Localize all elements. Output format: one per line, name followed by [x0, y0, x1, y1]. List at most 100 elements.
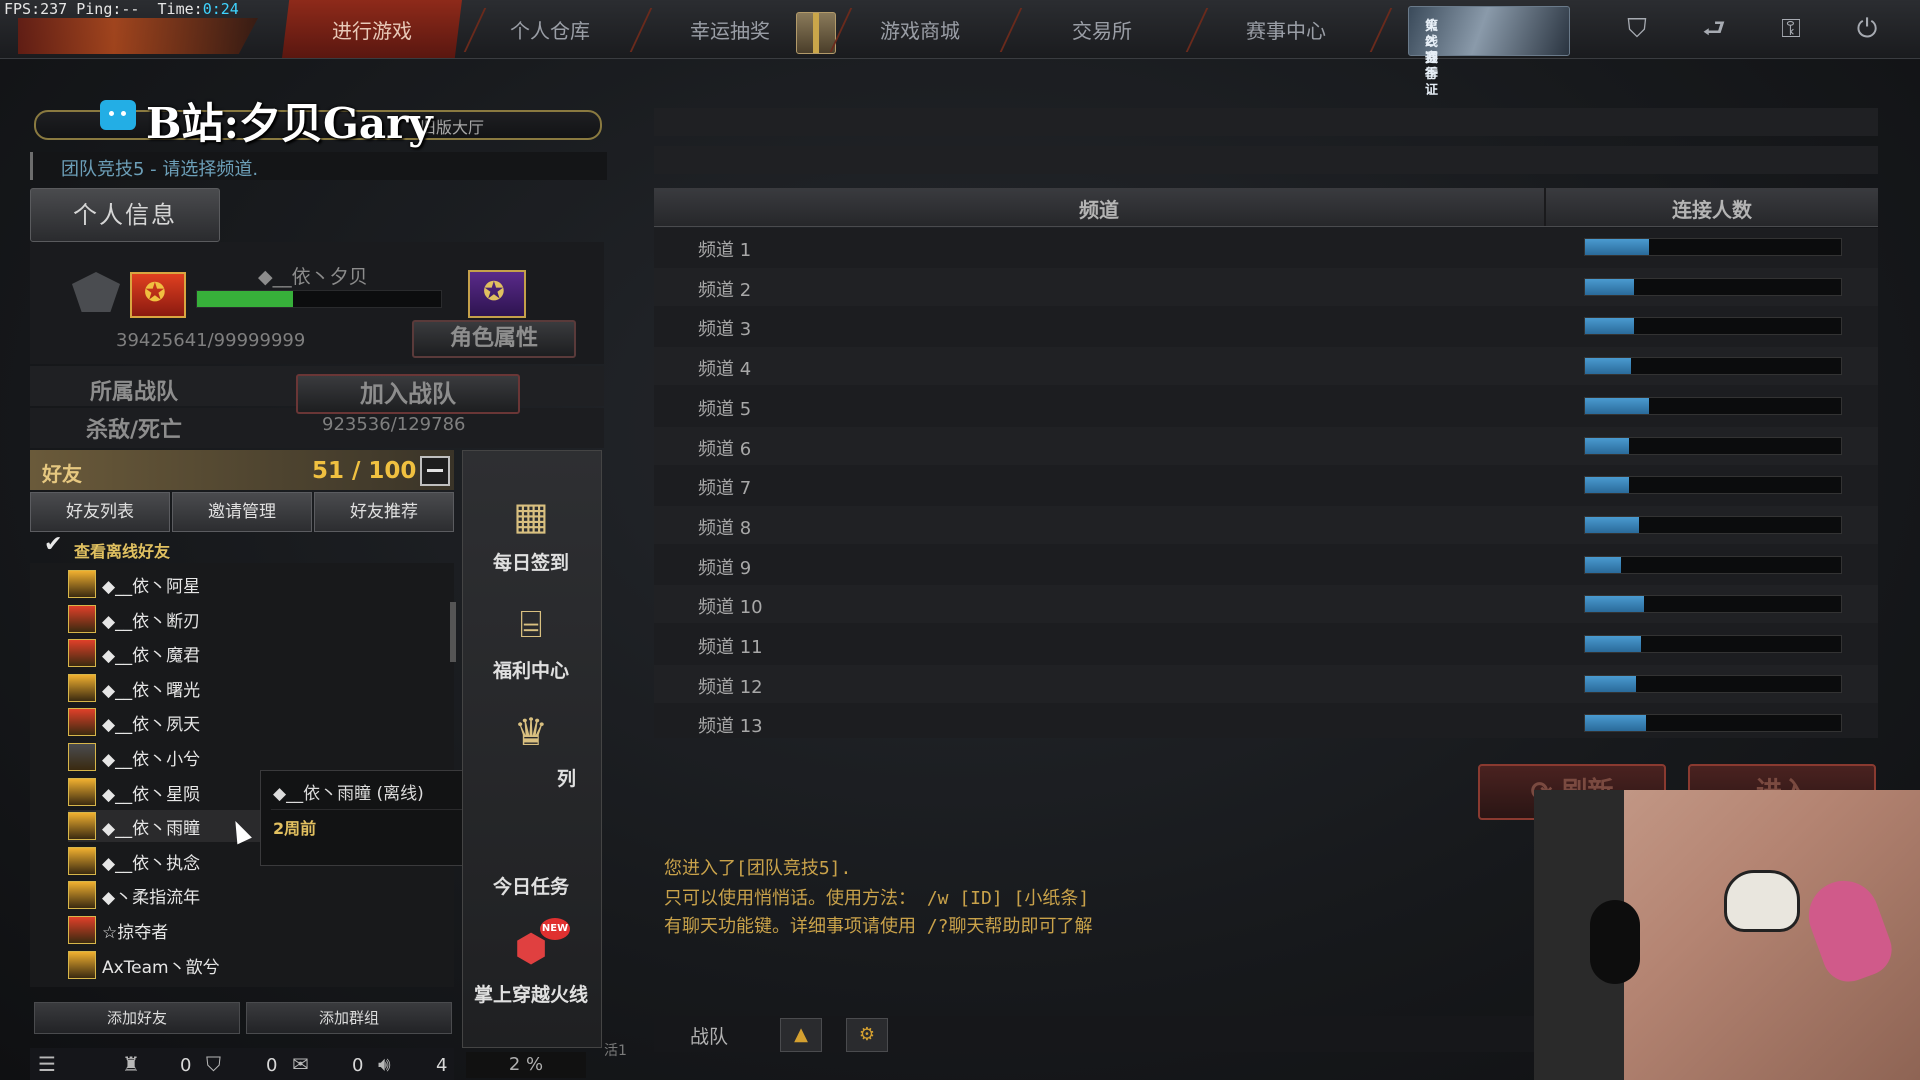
tab-personal-info[interactable]: 个人信息 [30, 188, 220, 242]
player-name: ◆__依丶夕贝 [258, 266, 368, 288]
channel-row[interactable]: 频道 11 [654, 625, 1878, 663]
channel-load-bar [1584, 238, 1842, 256]
friend-list-item[interactable]: ◆__依丶阿星 [68, 568, 448, 600]
channel-load-bar [1584, 635, 1842, 653]
battle-pass-banner[interactable]: 火线通行证 第2赛季 [1408, 6, 1570, 98]
friend-list-item[interactable]: ◆__依丶夙天 [68, 706, 448, 738]
nav-play-game[interactable]: 进行游戏 [282, 0, 462, 58]
team-label: 所属战队 [89, 380, 178, 405]
friend-rank-icon [68, 881, 96, 910]
top-nav-bar: FPS:237 Ping:-- Time:0:24 进行游戏 个人仓库 幸运抽奖… [0, 0, 1920, 98]
chat-settings-gear-icon[interactable]: ⚙ [846, 1018, 888, 1052]
nav-warehouse[interactable]: 个人仓库 [480, 0, 620, 58]
webcam-black-mouse [1590, 900, 1640, 984]
fps-value: 237 [40, 0, 68, 18]
friend-list-item[interactable]: ◆__依丶小兮 [68, 741, 448, 773]
channel-row[interactable]: 频道 5 [654, 387, 1878, 425]
column-channel: 频道 [1079, 198, 1119, 222]
show-offline-checkbox[interactable]: ✔ [44, 534, 62, 556]
daily-checkin-label[interactable]: 每日签到 [462, 548, 600, 575]
channel-name: 频道 11 [698, 637, 763, 658]
quick-item-3-label[interactable]: 列 [462, 764, 576, 791]
tooltip-last-online: 2周前 [273, 819, 317, 838]
channel-load-bar [1584, 515, 1842, 534]
shield-icon[interactable]: ⛉ [1620, 12, 1654, 46]
tab-friend-list[interactable]: 好友列表 [30, 492, 170, 532]
chat-up-arrow-icon[interactable]: ▲ [780, 1018, 822, 1052]
key-icon[interactable]: ⚿ [1774, 12, 1808, 46]
channel-name: 频道 3 [698, 319, 752, 341]
collapse-friends-button[interactable] [420, 456, 450, 486]
ping-value: -- [121, 0, 140, 18]
channel-row[interactable]: 频道 7 [654, 466, 1878, 504]
chat-channel-label[interactable]: 战队 [690, 1022, 728, 1049]
nav-divider [999, 8, 1023, 52]
friend-list-item[interactable]: ◆__依丶魔君 [68, 637, 448, 669]
add-group-button[interactable]: 添加群组 [246, 1002, 452, 1034]
tab-invite-management[interactable]: 邀请管理 [172, 492, 312, 532]
channel-load-fill [1585, 437, 1629, 454]
channel-load-fill [1585, 318, 1634, 335]
friend-rank-icon [68, 639, 96, 668]
menu-list-icon[interactable]: ☰ [38, 1052, 56, 1076]
welfare-center-label[interactable]: 福利中心 [462, 656, 600, 683]
tab-friend-recommend[interactable]: 好友推荐 [314, 492, 454, 532]
channel-row[interactable]: 频道 3 [654, 307, 1878, 345]
winged-emblem-icon[interactable]: ♛ [506, 710, 556, 754]
friend-rank-icon [68, 604, 96, 633]
friend-rank-icon [68, 916, 96, 944]
channel-row[interactable]: 频道 2 [654, 267, 1878, 306]
calendar-check-icon[interactable]: ▦ [506, 494, 556, 538]
add-friend-button[interactable]: 添加好友 [34, 1002, 240, 1034]
gift-icon[interactable]: ⌸ [506, 602, 556, 646]
role-attributes-button[interactable]: 角色属性 [412, 320, 576, 358]
friend-name: ◆__依丶阿星 [102, 577, 201, 597]
join-team-button[interactable]: 加入战队 [296, 374, 520, 414]
channel-load-bar [1584, 396, 1842, 415]
cf-mobile-label[interactable]: 掌上穿越火线 [462, 980, 600, 1007]
kd-label: 杀敌/死亡 [85, 418, 183, 443]
nav-exchange[interactable]: 交易所 [1032, 0, 1172, 58]
status-count-1: 0 [180, 1055, 192, 1076]
time-label: Time: [157, 0, 203, 18]
friend-list-item[interactable]: ◆__依丶断刃 [68, 603, 448, 635]
chat-bubble-icon[interactable]: ✉ [292, 1052, 309, 1076]
nav-game-shop[interactable]: 游戏商城 [850, 0, 990, 58]
lucky-draw-box-icon [796, 12, 836, 54]
channel-row[interactable]: 频道 8 [654, 505, 1878, 544]
banner-line-2: 第2赛季 [1425, 19, 1439, 82]
friend-rank-icon [68, 570, 96, 598]
friend-list-item[interactable]: ☆掠夺者 [68, 914, 448, 946]
power-icon[interactable]: ⏻ [1850, 12, 1884, 46]
friend-list-scrollbar[interactable] [450, 602, 456, 662]
channel-load-fill [1585, 477, 1629, 494]
tooltip-friend-name: ◆__依丶雨瞳 (离线) [273, 784, 424, 804]
nav-label: 个人仓库 [510, 18, 590, 43]
channel-load-bar [1584, 555, 1842, 574]
channel-row[interactable]: 频道 10 [654, 585, 1878, 624]
bilibili-tv-icon [100, 100, 136, 130]
channel-row[interactable]: 频道 9 [654, 546, 1878, 584]
channel-row[interactable]: 频道 6 [654, 426, 1878, 465]
exit-arrow-icon[interactable]: ⮐ [1697, 12, 1731, 46]
friend-list-item[interactable]: ◆丶柔指流年 [68, 879, 448, 911]
daily-tasks-label[interactable]: 今日任务 [462, 872, 600, 899]
nav-lucky-draw[interactable]: 幸运抽奖 [660, 0, 800, 58]
friend-list-item[interactable]: ◆__依丶曙光 [68, 672, 448, 704]
channel-load-fill [1585, 358, 1632, 375]
channel-row[interactable]: 频道 12 [654, 664, 1878, 703]
webcam-overlay [1534, 790, 1920, 1080]
nav-tournament[interactable]: 赛事中心 [1216, 0, 1356, 58]
friend-name: ◆__依丶夙天 [102, 715, 201, 736]
speaker-icon[interactable]: 🔊︎ [378, 1052, 391, 1076]
rank-badge-icon [130, 272, 186, 318]
channel-row[interactable]: 频道 1 [654, 228, 1878, 266]
game-logo [18, 18, 258, 54]
webcam-mousepad-doodle [1724, 870, 1800, 932]
chat-message: 您进入了[团队竞技5]. [664, 858, 852, 879]
friend-name: ◆__依丶星陨 [102, 784, 201, 805]
channel-row[interactable]: 频道 4 [654, 347, 1878, 386]
friend-name: ☆掠夺者 [102, 923, 169, 943]
channel-row[interactable]: 频道 13 [654, 704, 1878, 742]
friend-list-item[interactable]: AxTeam丶歆兮 [68, 949, 448, 981]
